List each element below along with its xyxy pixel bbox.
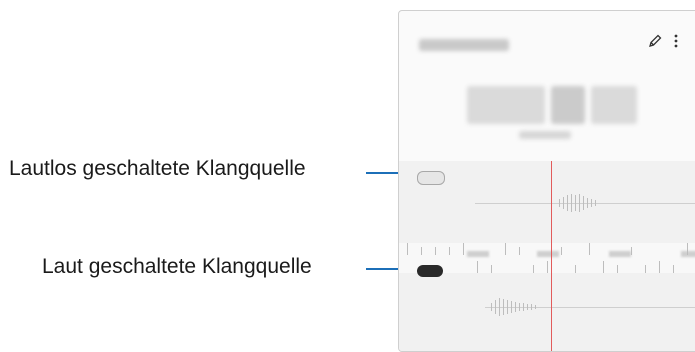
recording-title [419,39,509,51]
callout-loud-source: Laut geschaltete Klangquelle [42,255,312,278]
waveform-area [399,161,695,351]
elapsed-subtitle [519,131,571,139]
muted-source-toggle[interactable] [417,171,445,185]
track-muted-baseline [475,203,695,204]
pencil-icon[interactable] [647,33,663,52]
more-options-icon[interactable] [673,33,679,52]
loud-source-toggle[interactable] [417,265,443,277]
timeline-ruler[interactable] [399,243,695,273]
elapsed-time-seconds [551,86,585,124]
elapsed-time [467,86,545,124]
playhead-line[interactable] [551,161,552,351]
voice-recorder-screen [398,10,695,352]
elapsed-time-fraction [591,86,637,124]
track-loud-baseline [485,307,695,308]
callout-muted-source: Lautlos geschaltete Klangquelle [9,157,306,180]
